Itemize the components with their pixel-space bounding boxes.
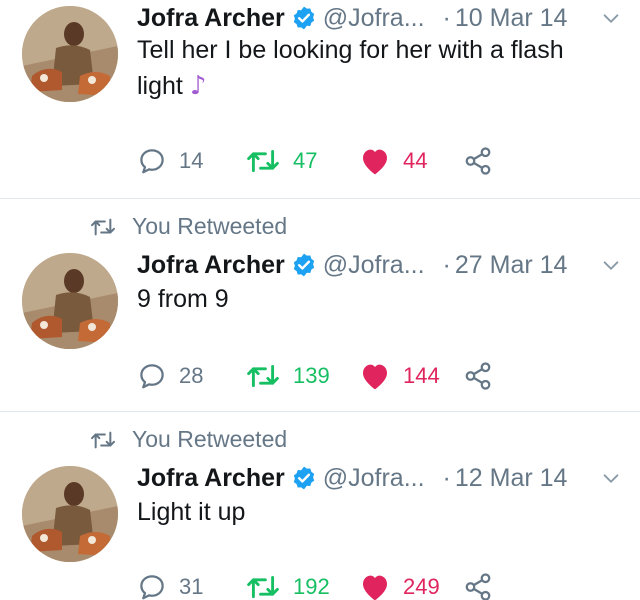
avatar-photo [22,253,118,349]
author-name[interactable]: Jofra Archer [137,249,285,281]
tweet[interactable]: You Retweeted Jofra Archer @Jofra... · [0,412,640,600]
share-nodes-icon [465,362,491,390]
author-name[interactable]: Jofra Archer [137,2,285,34]
like-button[interactable]: 249 [359,572,440,600]
share-button[interactable] [463,572,493,600]
tweet-header: Jofra Archer @Jofra... · 12 Mar 14 [137,462,622,494]
reply-count: 14 [179,148,204,173]
retweet-context-label: You Retweeted [132,426,288,452]
chevron-down-icon[interactable] [600,8,622,30]
retweet-arrows-icon [90,218,116,235]
avatar-photo [22,6,118,102]
like-count: 44 [403,148,428,173]
reply-count: 31 [179,574,204,599]
tweet-date[interactable]: 27 Mar 14 [455,249,568,281]
avatar-photo [22,466,118,562]
retweet-count: 139 [293,363,330,388]
music-note-emoji: ♪ [189,71,207,101]
separator-dot: · [442,251,451,279]
tweet-text: Tell her I be looking for her with a fla… [137,32,600,104]
avatar[interactable] [22,466,118,562]
reply-bubble-icon [140,149,164,174]
retweet-count: 47 [293,148,318,173]
tweet-header: Jofra Archer @Jofra... · 10 Mar 14 [137,2,622,34]
retweet-button[interactable]: 139 [245,361,330,391]
tweet-text: 9 from 9 [137,281,600,317]
share-nodes-icon [465,147,491,175]
author-handle[interactable]: @Jofra... [323,249,425,281]
verified-badge-icon [293,253,314,277]
separator-dot: · [442,4,451,32]
tweet[interactable]: You Retweeted Jofra Archer @Jofra... · [0,199,640,411]
like-button[interactable]: 144 [359,361,440,391]
reply-button[interactable]: 31 [137,572,203,600]
tweet-body: Light it up [137,498,246,526]
separator-dot: · [442,464,451,492]
reply-bubble-icon [140,575,164,600]
reply-count: 28 [179,363,204,388]
chevron-down-icon[interactable] [600,255,622,277]
retweet-count: 192 [293,574,330,599]
heart-icon [363,149,387,175]
retweet-arrows-icon [90,431,116,448]
like-count: 249 [403,574,440,599]
avatar[interactable] [22,253,118,349]
retweet-button[interactable]: 47 [245,146,317,176]
retweet-arrows-icon [247,149,279,173]
verified-badge-icon [293,6,314,30]
retweet-context: You Retweeted [88,213,287,240]
share-button[interactable] [463,361,493,391]
tweet-actions: 31 192 249 [137,572,640,600]
like-button[interactable]: 44 [359,146,427,176]
share-button[interactable] [463,146,493,176]
tweet-text: Light it up [137,494,600,530]
verified-badge-icon [293,466,314,490]
author-name[interactable]: Jofra Archer [137,462,285,494]
author-handle[interactable]: @Jofra... [323,462,425,494]
share-nodes-icon [465,573,491,600]
tweet-actions: 14 47 44 [137,146,640,180]
retweet-arrows-icon [247,575,279,599]
avatar[interactable] [22,6,118,102]
tweet-actions: 28 139 144 [137,361,640,395]
tweet[interactable]: Jofra Archer @Jofra... · 10 Mar 14 Tell … [0,0,640,198]
reply-button[interactable]: 14 [137,146,203,176]
retweet-context: You Retweeted [88,426,287,453]
tweet-header: Jofra Archer @Jofra... · 27 Mar 14 [137,249,622,281]
heart-icon [363,575,387,600]
tweet-date[interactable]: 12 Mar 14 [455,462,568,494]
retweet-button[interactable]: 192 [245,572,330,600]
chevron-down-icon[interactable] [600,468,622,490]
author-handle[interactable]: @Jofra... [323,2,425,34]
reply-button[interactable]: 28 [137,361,203,391]
reply-bubble-icon [140,364,164,389]
like-count: 144 [403,363,440,388]
retweet-context-label: You Retweeted [132,213,288,239]
tweet-feed: Jofra Archer @Jofra... · 10 Mar 14 Tell … [0,0,640,600]
tweet-date[interactable]: 10 Mar 14 [455,2,568,34]
tweet-body: 9 from 9 [137,285,229,313]
retweet-arrows-icon [247,364,279,388]
heart-icon [363,364,387,390]
